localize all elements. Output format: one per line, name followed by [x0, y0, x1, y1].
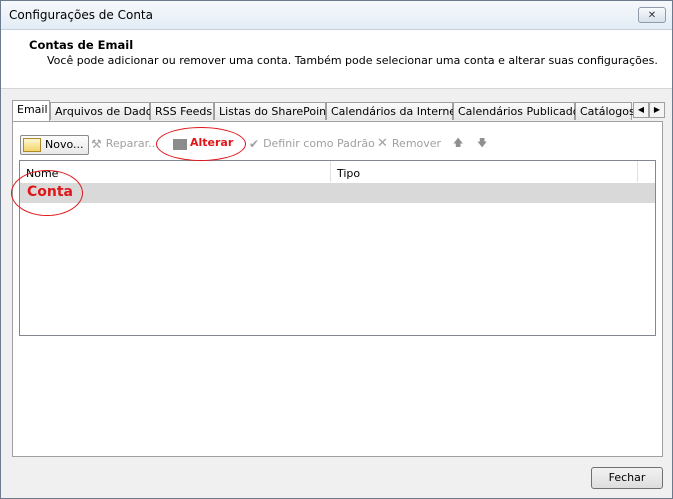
close-button[interactable]: Fechar	[591, 467, 663, 489]
title-bar: Configurações de Conta ✕	[1, 1, 672, 30]
tab-email[interactable]: Email	[12, 100, 50, 121]
tab-scroll-right-icon[interactable]: ▶	[649, 102, 665, 118]
arrow-up-icon: 🡅	[453, 138, 464, 149]
tab-sharepoint-lists[interactable]: Listas do SharePoint	[214, 102, 330, 120]
tab-data-files[interactable]: Arquivos de Dados	[50, 102, 158, 120]
tab-strip: Email Arquivos de Dados RSS Feeds Listas…	[12, 100, 666, 121]
section-title: Contas de Email	[29, 38, 134, 52]
set-default-button[interactable]: ✔ Definir como Padrão	[249, 134, 375, 154]
annotation-label-conta: Conta	[27, 184, 73, 200]
annotation-label-alterar: Alterar	[190, 136, 234, 149]
new-account-button[interactable]: Novo...	[20, 135, 89, 155]
section-description: Você pode adicionar ou remover uma conta…	[47, 54, 658, 67]
column-header-type[interactable]: Tipo	[331, 161, 637, 183]
remove-label: Remover	[391, 137, 442, 150]
list-header: Nome Tipo	[20, 161, 655, 184]
accounts-list[interactable]: Nome Tipo	[19, 160, 656, 336]
arrow-down-icon: 🡇	[477, 138, 488, 149]
header-section: Contas de Email Você pode adicionar ou r…	[1, 30, 672, 89]
repair-label: Reparar...	[105, 137, 159, 150]
move-up-button[interactable]: 🡅	[453, 134, 463, 154]
set-default-label: Definir como Padrão	[263, 137, 375, 150]
close-icon[interactable]: ✕	[638, 7, 666, 23]
tab-address-books[interactable]: Catálogos	[575, 102, 635, 120]
column-divider[interactable]	[637, 161, 638, 182]
account-settings-window: Configurações de Conta ✕ Contas de Email…	[0, 0, 673, 499]
new-mail-icon	[23, 138, 41, 152]
tab-internet-calendars[interactable]: Calendários da Internet	[326, 102, 460, 120]
remove-button[interactable]: ✕ Remover	[377, 134, 441, 154]
account-row[interactable]	[20, 183, 655, 203]
window-title: Configurações de Conta	[9, 8, 153, 22]
remove-x-icon: ✕	[377, 136, 388, 151]
checkmark-icon: ✔	[249, 137, 260, 151]
email-tab-panel: Novo... ⚒ Reparar... ✔ Definir como Padr…	[12, 121, 663, 457]
tab-scroll-left-icon[interactable]: ◀	[633, 102, 649, 118]
tab-rss-feeds[interactable]: RSS Feeds	[150, 102, 214, 120]
new-account-label: Novo...	[45, 138, 84, 151]
tab-published-calendars[interactable]: Calendários Publicados	[453, 102, 585, 120]
repair-button[interactable]: ⚒ Reparar...	[91, 134, 159, 154]
move-down-button[interactable]: 🡇	[477, 134, 487, 154]
repair-tools-icon: ⚒	[91, 137, 102, 151]
account-toolbar: Novo... ⚒ Reparar... ✔ Definir como Padr…	[19, 134, 659, 156]
